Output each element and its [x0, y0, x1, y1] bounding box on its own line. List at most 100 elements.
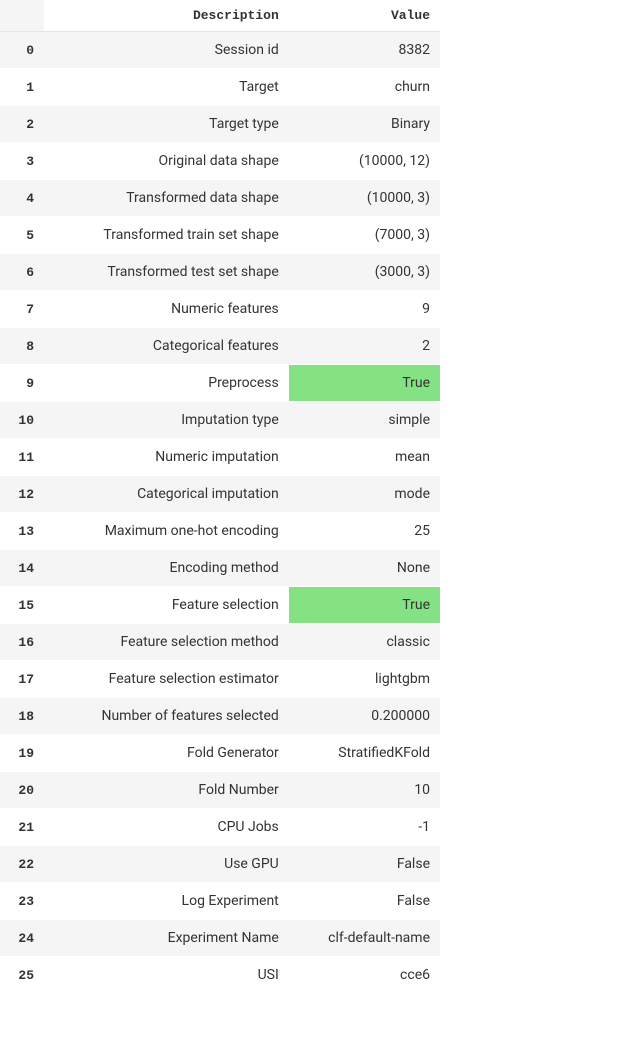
- row-index: 15: [0, 587, 44, 624]
- row-index: 5: [0, 217, 44, 254]
- row-index: 4: [0, 180, 44, 217]
- row-value: True: [289, 365, 440, 402]
- row-value: mean: [289, 439, 440, 476]
- row-description: Preprocess: [44, 365, 289, 402]
- row-value: False: [289, 883, 440, 920]
- row-value: True: [289, 587, 440, 624]
- row-index: 1: [0, 69, 44, 106]
- row-index: 13: [0, 513, 44, 550]
- table-row: 11Numeric imputationmean: [0, 439, 440, 476]
- table-row: 3Original data shape(10000, 12): [0, 143, 440, 180]
- row-description: Fold Generator: [44, 735, 289, 772]
- row-value: churn: [289, 69, 440, 106]
- row-description: Transformed test set shape: [44, 254, 289, 291]
- table-row: 24Experiment Nameclf-default-name: [0, 920, 440, 957]
- table-row: 20Fold Number10: [0, 772, 440, 809]
- row-value: cce6: [289, 957, 440, 994]
- row-index: 7: [0, 291, 44, 328]
- row-index: 6: [0, 254, 44, 291]
- row-description: Target: [44, 69, 289, 106]
- row-index: 11: [0, 439, 44, 476]
- setup-summary-table-wrapper: Description Value 0Session id83821Target…: [0, 0, 440, 994]
- row-value: simple: [289, 402, 440, 439]
- table-row: 12Categorical imputationmode: [0, 476, 440, 513]
- row-description: Use GPU: [44, 846, 289, 883]
- row-value: 2: [289, 328, 440, 365]
- row-value: mode: [289, 476, 440, 513]
- row-value: False: [289, 846, 440, 883]
- column-header-index: [0, 0, 44, 32]
- table-row: 1Targetchurn: [0, 69, 440, 106]
- row-value: 8382: [289, 32, 440, 69]
- row-index: 21: [0, 809, 44, 846]
- row-description: Target type: [44, 106, 289, 143]
- table-row: 0Session id8382: [0, 32, 440, 69]
- table-row: 22Use GPUFalse: [0, 846, 440, 883]
- row-index: 19: [0, 735, 44, 772]
- row-value: 10: [289, 772, 440, 809]
- row-description: Fold Number: [44, 772, 289, 809]
- row-description: USI: [44, 957, 289, 994]
- row-index: 18: [0, 698, 44, 735]
- row-value: clf-default-name: [289, 920, 440, 957]
- row-value: None: [289, 550, 440, 587]
- table-row: 14Encoding methodNone: [0, 550, 440, 587]
- row-value: (3000, 3): [289, 254, 440, 291]
- row-index: 14: [0, 550, 44, 587]
- row-description: Feature selection: [44, 587, 289, 624]
- row-description: Log Experiment: [44, 883, 289, 920]
- row-index: 22: [0, 846, 44, 883]
- row-index: 8: [0, 328, 44, 365]
- row-description: Transformed train set shape: [44, 217, 289, 254]
- row-value: 0.200000: [289, 698, 440, 735]
- table-row: 15Feature selectionTrue: [0, 587, 440, 624]
- row-value: 25: [289, 513, 440, 550]
- row-index: 9: [0, 365, 44, 402]
- row-description: Numeric imputation: [44, 439, 289, 476]
- table-header: Description Value: [0, 0, 440, 32]
- table-row: 18Number of features selected0.200000: [0, 698, 440, 735]
- row-description: Maximum one-hot encoding: [44, 513, 289, 550]
- row-index: 12: [0, 476, 44, 513]
- row-value: -1: [289, 809, 440, 846]
- row-value: classic: [289, 624, 440, 661]
- row-index: 25: [0, 957, 44, 994]
- row-index: 23: [0, 883, 44, 920]
- row-value: 9: [289, 291, 440, 328]
- table-row: 23Log ExperimentFalse: [0, 883, 440, 920]
- row-description: Imputation type: [44, 402, 289, 439]
- row-index: 10: [0, 402, 44, 439]
- row-description: Categorical features: [44, 328, 289, 365]
- table-row: 13Maximum one-hot encoding25: [0, 513, 440, 550]
- column-header-description: Description: [44, 0, 289, 32]
- row-value: Binary: [289, 106, 440, 143]
- row-description: Feature selection method: [44, 624, 289, 661]
- row-index: 20: [0, 772, 44, 809]
- row-value: lightgbm: [289, 661, 440, 698]
- table-row: 9PreprocessTrue: [0, 365, 440, 402]
- row-description: Feature selection estimator: [44, 661, 289, 698]
- table-row: 8Categorical features2: [0, 328, 440, 365]
- table-row: 6Transformed test set shape(3000, 3): [0, 254, 440, 291]
- table-row: 4Transformed data shape(10000, 3): [0, 180, 440, 217]
- row-index: 24: [0, 920, 44, 957]
- row-value: (7000, 3): [289, 217, 440, 254]
- column-header-value: Value: [289, 0, 440, 32]
- table-row: 21CPU Jobs-1: [0, 809, 440, 846]
- row-description: Experiment Name: [44, 920, 289, 957]
- table-body: 0Session id83821Targetchurn2Target typeB…: [0, 32, 440, 994]
- row-value: (10000, 12): [289, 143, 440, 180]
- row-index: 3: [0, 143, 44, 180]
- row-description: CPU Jobs: [44, 809, 289, 846]
- row-description: Session id: [44, 32, 289, 69]
- row-value: (10000, 3): [289, 180, 440, 217]
- row-description: Numeric features: [44, 291, 289, 328]
- table-row: 25USIcce6: [0, 957, 440, 994]
- table-row: 19Fold GeneratorStratifiedKFold: [0, 735, 440, 772]
- table-row: 10Imputation typesimple: [0, 402, 440, 439]
- row-description: Transformed data shape: [44, 180, 289, 217]
- row-index: 17: [0, 661, 44, 698]
- table-row: 5Transformed train set shape(7000, 3): [0, 217, 440, 254]
- row-index: 0: [0, 32, 44, 69]
- row-description: Encoding method: [44, 550, 289, 587]
